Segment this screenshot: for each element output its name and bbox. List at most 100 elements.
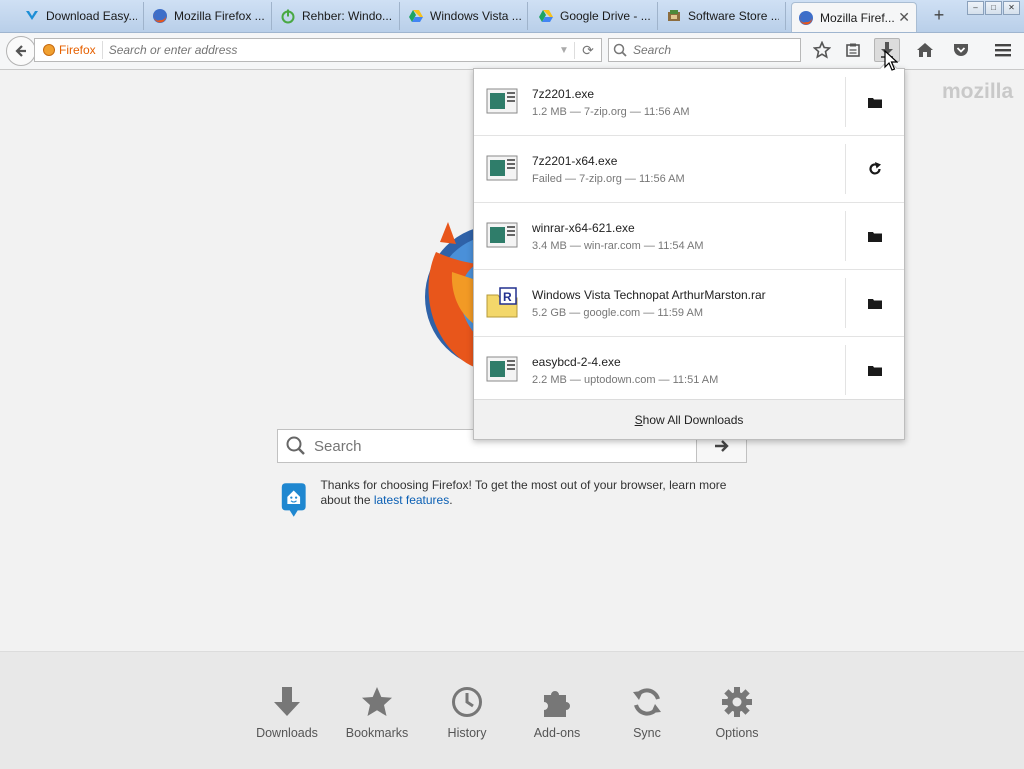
download-status: 1.2 MB — 7-zip.org — 11:56 AM xyxy=(532,105,690,118)
download-filename: 7z2201-x64.exe xyxy=(532,153,618,168)
search-icon xyxy=(613,43,627,57)
menu-button[interactable] xyxy=(990,38,1016,62)
launcher-label: Sync xyxy=(633,726,661,740)
gear-icon xyxy=(722,687,752,717)
download-status: 5.2 GB — google.com — 11:59 AM xyxy=(532,306,703,319)
launcher-bar: Downloads Bookmarks History Add-ons Sync… xyxy=(0,651,1024,769)
minimize-button[interactable]: – xyxy=(967,1,984,15)
clipboard-icon xyxy=(846,43,860,57)
download-item[interactable]: 7z2201.exe 1.2 MB — 7-zip.org — 11:56 AM xyxy=(474,69,904,136)
clock-icon xyxy=(452,687,482,717)
home-button[interactable] xyxy=(912,38,938,62)
download-item[interactable]: R Windows Vista Technopat ArthurMarston.… xyxy=(474,270,904,337)
search-bar[interactable] xyxy=(608,38,801,62)
tab-software-store[interactable]: Software Store ... xyxy=(660,2,786,30)
launcher-label: History xyxy=(447,726,487,740)
svg-text:R: R xyxy=(503,290,512,304)
history-dropdown-icon[interactable]: ▼ xyxy=(554,45,574,56)
home-icon xyxy=(917,43,933,57)
snippet-mascot-icon xyxy=(281,483,306,517)
arrow-right-icon xyxy=(714,440,729,452)
download-item[interactable]: 7z2201-x64.exe Failed — 7-zip.org — 11:5… xyxy=(474,136,904,203)
exe-file-icon xyxy=(486,155,518,181)
pocket-icon xyxy=(954,44,968,56)
star-icon xyxy=(362,687,392,716)
launcher-options[interactable]: Options xyxy=(697,682,777,740)
open-folder-button[interactable] xyxy=(845,278,904,328)
exe-file-icon xyxy=(486,356,518,382)
maximize-button[interactable]: □ xyxy=(985,1,1002,15)
tab-google-drive[interactable]: Google Drive - ... xyxy=(532,2,658,30)
show-all-downloads-button[interactable]: Show All Downloads xyxy=(474,399,904,439)
bookmark-star-button[interactable] xyxy=(809,38,835,62)
snippet-end: . xyxy=(449,493,453,507)
download-status: 2.2 MB — uptodown.com — 11:51 AM xyxy=(532,373,719,386)
close-tab-icon[interactable]: ✕ xyxy=(898,9,910,26)
download-filename: easybcd-2-4.exe xyxy=(532,354,621,369)
tab-label: Google Drive - ... xyxy=(560,9,651,23)
onboarding-snippet: Thanks for choosing Firefox! To get the … xyxy=(281,478,751,522)
rar-file-icon: R xyxy=(486,287,518,318)
identity-box[interactable]: Firefox xyxy=(35,41,103,59)
sync-icon xyxy=(633,688,661,716)
open-folder-button[interactable] xyxy=(845,345,904,395)
download-filename: winrar-x64-621.exe xyxy=(532,220,635,235)
back-button[interactable] xyxy=(6,36,36,66)
firefox-identity-icon xyxy=(43,44,55,56)
launcher-downloads[interactable]: Downloads xyxy=(247,682,327,740)
search-icon xyxy=(286,436,305,455)
address-input[interactable] xyxy=(102,42,554,58)
software-store-icon xyxy=(666,8,682,24)
back-arrow-icon xyxy=(15,45,26,57)
search-input[interactable] xyxy=(631,42,800,58)
latest-features-link[interactable]: latest features xyxy=(374,493,449,507)
close-window-button[interactable]: ✕ xyxy=(1003,1,1020,15)
puzzle-icon xyxy=(544,691,570,717)
pocket-button[interactable] xyxy=(948,38,974,62)
tab-windows-vista[interactable]: Windows Vista ... xyxy=(402,2,528,30)
tab-download-easy[interactable]: Download Easy... xyxy=(18,2,144,30)
tab-strip: Download Easy... Mozilla Firefox ... Reh… xyxy=(0,0,1024,33)
tab-rehber-windows[interactable]: Rehber: Windo... xyxy=(274,2,400,30)
download-status: Failed — 7-zip.org — 11:56 AM xyxy=(532,172,685,185)
snippet-text: Thanks for choosing Firefox! To get the … xyxy=(320,478,751,522)
downloads-panel: 7z2201.exe 1.2 MB — 7-zip.org — 11:56 AM… xyxy=(473,59,905,440)
launcher-label: Add-ons xyxy=(533,726,581,740)
nav-bar: Firefox ▼ ⟳ xyxy=(0,33,1024,70)
url-bar[interactable]: Firefox ▼ ⟳ xyxy=(34,38,602,62)
tab-label: Mozilla Firefox ... xyxy=(174,9,265,23)
folder-icon xyxy=(868,299,882,309)
tab-label: Software Store ... xyxy=(688,9,779,23)
download-icon xyxy=(274,687,300,716)
launcher-bookmarks[interactable]: Bookmarks xyxy=(337,682,417,740)
new-tab-button[interactable]: + xyxy=(928,4,950,28)
download-filename: Windows Vista Technopat ArthurMarston.ra… xyxy=(532,287,766,302)
star-outline-icon xyxy=(813,41,831,59)
download-arrow-icon xyxy=(24,8,40,24)
reload-icon[interactable]: ⟳ xyxy=(574,41,601,59)
launcher-sync[interactable]: Sync xyxy=(607,682,687,740)
firefox-icon xyxy=(798,10,814,26)
folder-icon xyxy=(868,232,882,242)
firefox-icon xyxy=(152,8,168,24)
tab-label: Download Easy... xyxy=(46,9,137,23)
tab-mozilla-firefox-active[interactable]: Mozilla Firef... ✕ xyxy=(791,2,917,32)
tab-mozilla-firefox[interactable]: Mozilla Firefox ... xyxy=(146,2,272,30)
bookmarks-menu-button[interactable] xyxy=(840,38,866,62)
exe-file-icon xyxy=(486,222,518,248)
download-item[interactable]: winrar-x64-621.exe 3.4 MB — win-rar.com … xyxy=(474,203,904,270)
show-all-label: how All Downloads xyxy=(642,412,744,427)
google-drive-icon xyxy=(538,8,554,24)
launcher-label: Bookmarks xyxy=(345,726,409,740)
open-folder-button[interactable] xyxy=(845,77,904,127)
launcher-label: Options xyxy=(715,726,759,740)
download-item[interactable]: easybcd-2-4.exe 2.2 MB — uptodown.com — … xyxy=(474,337,904,404)
download-filename: 7z2201.exe xyxy=(532,86,595,101)
launcher-addons[interactable]: Add-ons xyxy=(517,682,597,740)
tab-label: Mozilla Firef... xyxy=(820,10,895,25)
open-folder-button[interactable] xyxy=(845,211,904,261)
launcher-history[interactable]: History xyxy=(427,682,507,740)
retry-download-button[interactable] xyxy=(845,144,904,194)
download-status: 3.4 MB — win-rar.com — 11:54 AM xyxy=(532,239,704,252)
folder-icon xyxy=(868,366,882,376)
